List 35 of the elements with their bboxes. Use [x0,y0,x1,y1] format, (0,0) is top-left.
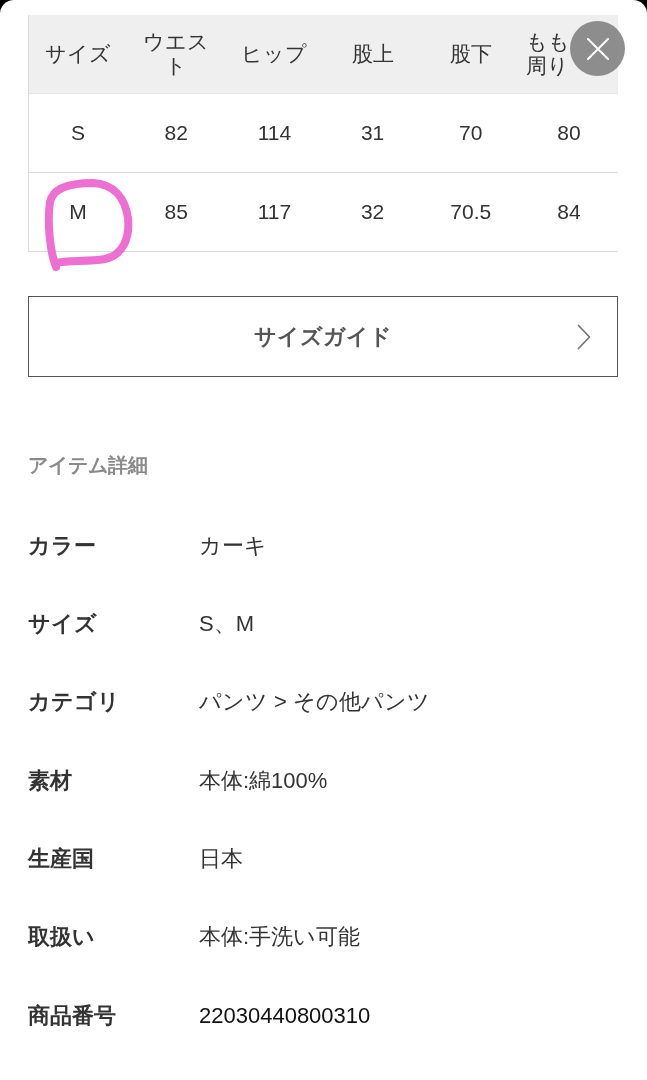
section-heading: アイテム詳細 [28,453,148,478]
table-cell: 80 [519,94,618,173]
column-header: 股上 [323,15,422,94]
size-guide-button[interactable]: サイズガイド [28,296,618,377]
table-cell: 70.5 [421,173,520,252]
table-cell: 85 [127,173,226,252]
table-cell: 114 [225,94,324,173]
chevron-right-icon [577,323,591,350]
column-header: 股下 [421,15,520,94]
column-header: ウエスト [127,15,226,94]
detail-value: パンツ > その他パンツ [199,688,431,717]
table-cell: S [29,94,128,173]
detail-label: カラー [28,531,96,560]
detail-label: 商品番号 [28,1001,116,1030]
detail-value: 日本 [199,845,243,874]
detail-label: サイズ [28,610,97,639]
detail-value: 本体:手洗い可能 [199,923,361,952]
detail-label: 取扱い [28,923,95,952]
table-cell: 117 [225,173,324,252]
table-cell: 82 [127,94,226,173]
table-cell: 84 [519,173,618,252]
detail-value: カーキ [199,531,267,560]
detail-label: 生産国 [28,845,94,874]
detail-value: S、M [199,610,254,639]
table-cell: M [29,173,128,252]
table-cell: 31 [323,94,422,173]
detail-value: 本体:綿100% [199,766,328,795]
detail-value: 22030440800310 [199,1001,371,1030]
close-icon [586,37,609,60]
detail-label: カテゴリ [28,688,120,717]
table-cell: 32 [323,173,422,252]
column-header: サイズ [29,15,128,94]
table-cell: 70 [421,94,520,173]
detail-label: 素材 [28,766,72,795]
column-header: ヒップ [225,15,324,94]
